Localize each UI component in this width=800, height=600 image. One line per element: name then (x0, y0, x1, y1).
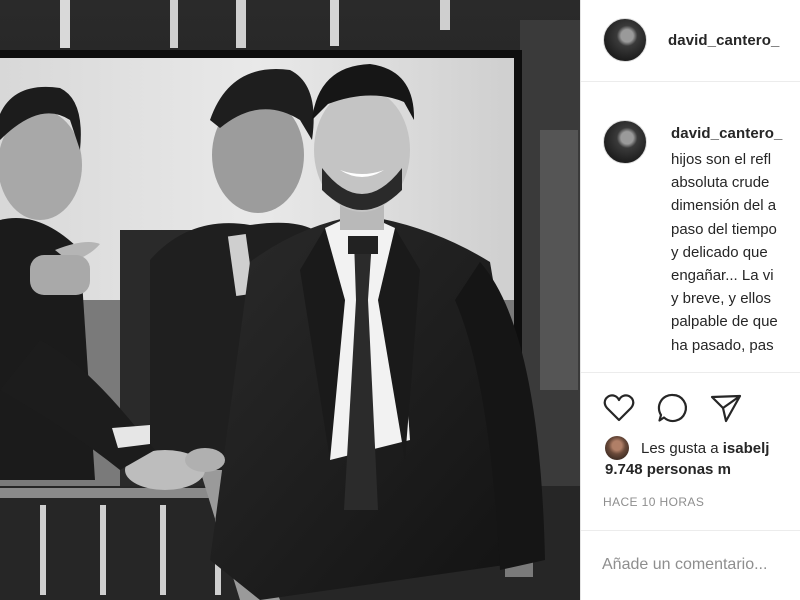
author-avatar[interactable] (603, 18, 647, 62)
likes-prefix: Les gusta a (641, 440, 723, 457)
comment-input[interactable] (602, 553, 800, 577)
caption-username[interactable]: david_cantero_ (671, 125, 782, 142)
first-liker-link[interactable]: isabelj (723, 440, 770, 457)
caption-line: paso del tiempo (671, 220, 777, 238)
photo-illustration (0, 0, 580, 600)
caption-line: dimensión del a (671, 197, 777, 215)
post-header: david_cantero_ (581, 0, 800, 82)
paper-plane-icon[interactable] (709, 391, 743, 425)
comment-box (581, 530, 800, 600)
heart-icon[interactable] (602, 391, 636, 425)
comment-icon[interactable] (656, 391, 690, 425)
post-side-panel: david_cantero_ david_cantero_ hijos son … (580, 0, 800, 600)
caption-line: hijos son el refl (671, 151, 772, 168)
post-actions: Les gusta a isabelj 9.748 personas m HAC… (581, 372, 800, 600)
caption-line: y breve, y ellos (671, 290, 772, 308)
liker-avatar[interactable] (605, 436, 629, 460)
likes-row: Les gusta a isabelj (605, 436, 800, 460)
likes-text: Les gusta a isabelj (641, 440, 769, 457)
caption-line: engañar... La vi (671, 266, 774, 284)
caption-line: palpable de que (671, 313, 778, 331)
post-photo (0, 0, 580, 600)
post-timestamp[interactable]: HACE 10 HORAS (603, 495, 704, 509)
author-username[interactable]: david_cantero_ (668, 32, 779, 49)
caption-line: ha pasado, pas (671, 336, 774, 354)
caption-text: hijos son el refl absoluta crude dimensi… (671, 148, 800, 357)
caption-avatar[interactable] (603, 120, 647, 164)
likes-count-link[interactable]: 9.748 personas m (605, 461, 731, 478)
caption-line: y delicado que (671, 243, 768, 261)
caption-line: absoluta crude (671, 174, 770, 192)
